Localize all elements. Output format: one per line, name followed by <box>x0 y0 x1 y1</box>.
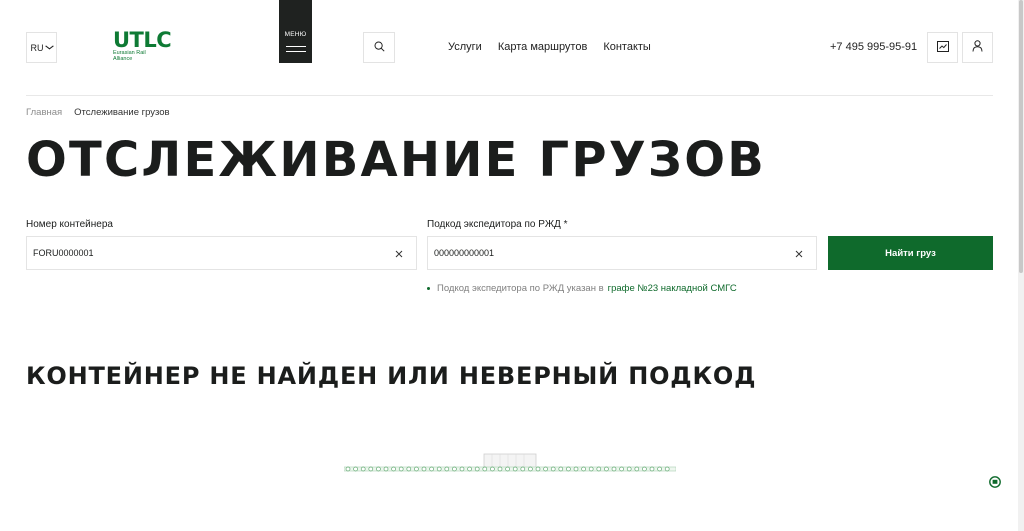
container-number-input[interactable] <box>33 237 373 269</box>
cabinet-button[interactable] <box>927 32 958 63</box>
page-title: ОТСЛЕЖИВАНИЕ ГРУЗОВ <box>26 132 767 188</box>
hint-text: Подкод экспедитора по РЖД указан в <box>437 283 604 294</box>
forwarder-code-label: Подкод экспедитора по РЖД * <box>427 219 568 230</box>
profile-button[interactable] <box>962 32 993 63</box>
search-icon <box>374 39 385 57</box>
phone-link[interactable]: +7 495 995-95-91 <box>830 41 917 53</box>
breadcrumb: Главная Отслеживание грузов <box>26 107 170 118</box>
forwarder-code-input[interactable] <box>434 237 774 269</box>
page-scrollbar[interactable] <box>1018 0 1024 531</box>
scrollbar-thumb[interactable] <box>1019 0 1023 273</box>
train-illustration <box>343 448 677 478</box>
search-button[interactable] <box>363 32 395 63</box>
forwarder-code-field <box>427 236 817 270</box>
forwarder-code-hint: Подкод экспедитора по РЖД указан в графе… <box>427 283 737 294</box>
chat-icon <box>989 475 1001 492</box>
chat-button[interactable] <box>989 475 1001 488</box>
nav-item-routes-map[interactable]: Карта маршрутов <box>498 41 587 53</box>
chart-icon <box>936 39 949 57</box>
breadcrumb-home[interactable]: Главная <box>26 107 62 118</box>
result-title: КОНТЕЙНЕР НЕ НАЙДЕН ИЛИ НЕВЕРНЫЙ ПОДКОД <box>26 362 757 390</box>
find-cargo-button[interactable]: Найти груз <box>828 236 993 270</box>
container-number-label: Номер контейнера <box>26 219 113 230</box>
container-number-field <box>26 236 417 270</box>
logo-word: UTLC <box>113 28 172 52</box>
user-icon <box>972 39 983 57</box>
main-nav: Услуги Карта маршрутов Контакты <box>448 41 651 53</box>
menu-button[interactable]: МЕНЮ <box>279 0 312 63</box>
close-icon[interactable] <box>393 247 405 259</box>
chevron-down-icon <box>44 43 54 52</box>
bullet-icon <box>427 287 430 290</box>
breadcrumb-current: Отслеживание грузов <box>74 107 170 118</box>
logo[interactable]: UTLC Eurasian Rail Alliance <box>113 30 195 66</box>
nav-item-contacts[interactable]: Контакты <box>603 41 651 53</box>
language-selector[interactable]: RU <box>26 32 57 63</box>
site-header: RU UTLC Eurasian Rail Alliance МЕНЮ Услу… <box>0 0 1024 95</box>
menu-label: МЕНЮ <box>284 31 307 38</box>
hamburger-icon <box>285 46 306 56</box>
close-icon[interactable] <box>793 247 805 259</box>
header-divider <box>26 95 993 96</box>
language-label: RU <box>30 42 44 53</box>
train-icon <box>343 453 677 472</box>
hint-link[interactable]: графе №23 накладной СМГС <box>608 283 737 294</box>
nav-item-services[interactable]: Услуги <box>448 41 482 53</box>
